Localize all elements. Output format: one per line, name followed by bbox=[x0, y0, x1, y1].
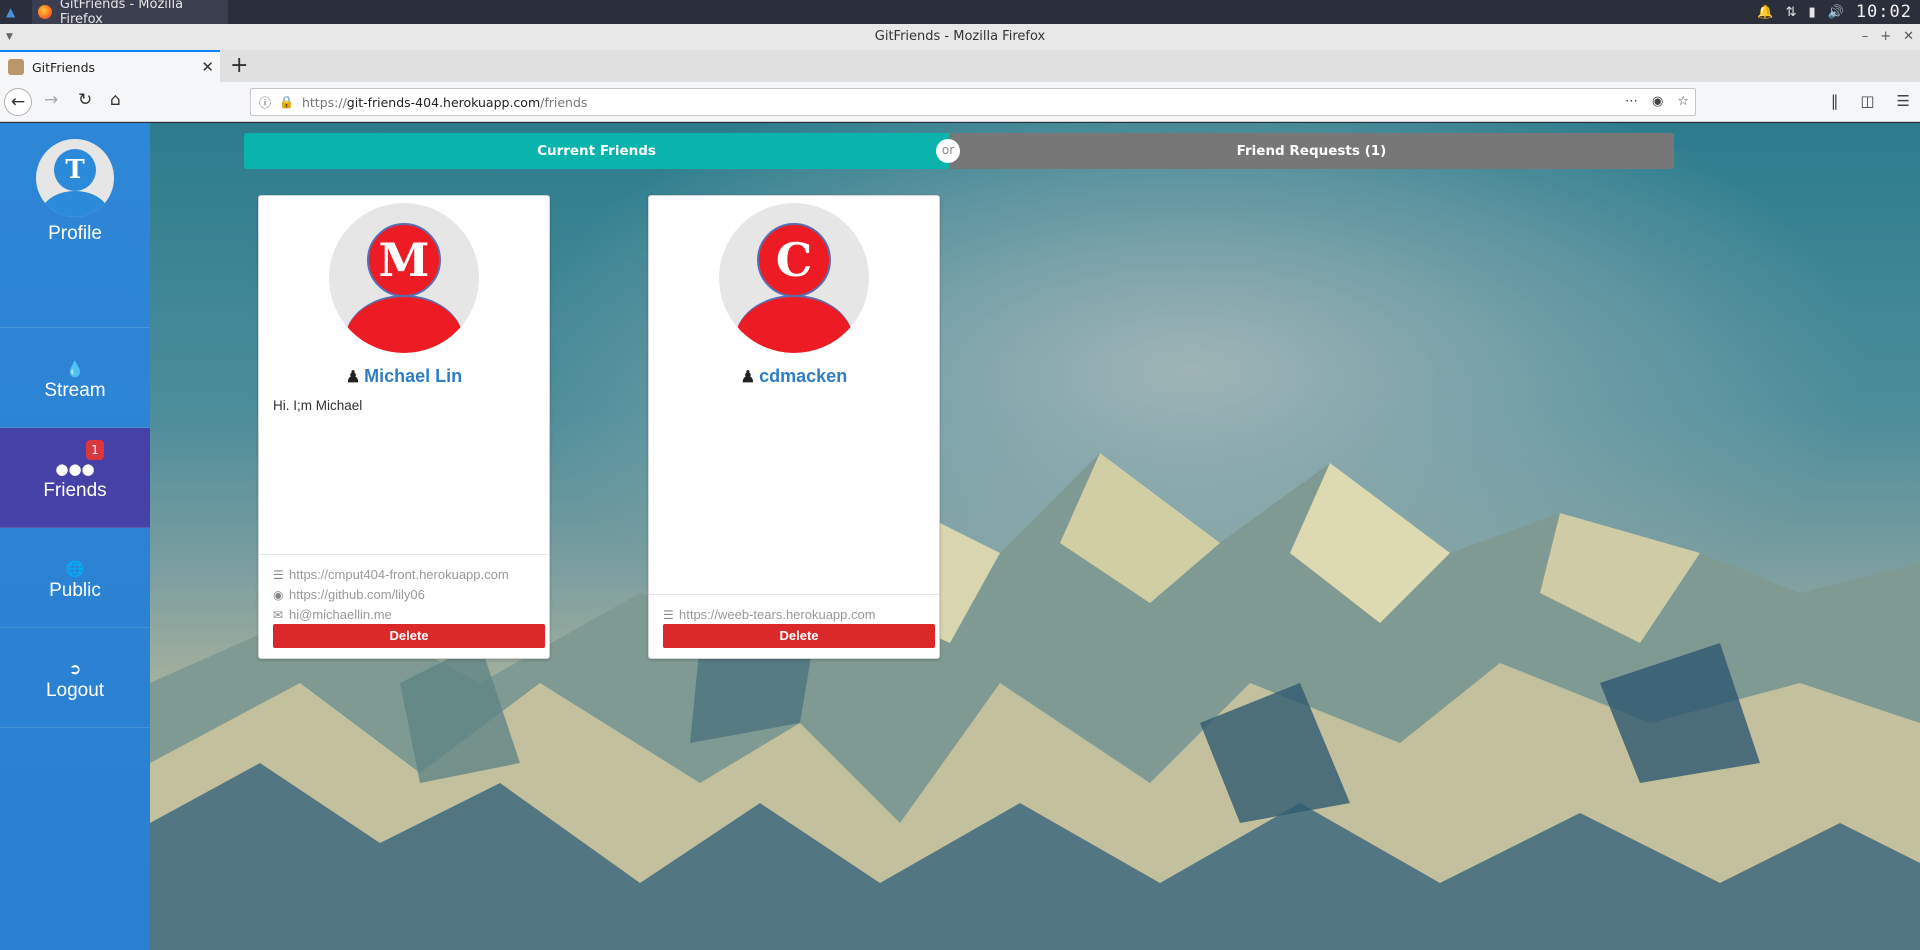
notification-icon[interactable]: 🔔 bbox=[1757, 5, 1773, 20]
friend-name: cdmacken bbox=[759, 366, 848, 386]
window-menu-icon[interactable]: ▼ bbox=[6, 24, 13, 50]
toolbar-right: ‖ ◫ ☰ bbox=[1831, 92, 1910, 110]
clock: 10:02 bbox=[1855, 2, 1912, 22]
delete-friend-button[interactable]: Delete bbox=[663, 624, 935, 648]
home-icon[interactable]: ⌂ bbox=[110, 90, 121, 110]
sidebar-item-stream[interactable]: 💧 Stream bbox=[0, 328, 150, 428]
battery-icon[interactable]: ▮ bbox=[1808, 5, 1815, 20]
tab-favicon-icon bbox=[8, 59, 24, 75]
friend-requests-button[interactable]: Friend Requests (1) bbox=[949, 133, 1674, 169]
navigation-toolbar: ← → ↻ ⌂ ⓘ 🔒 https://git-friends-404.hero… bbox=[0, 82, 1920, 122]
user-icon: ♟ bbox=[345, 369, 361, 386]
globe-icon: 🌐 bbox=[65, 560, 85, 578]
url-path: /friends bbox=[540, 94, 588, 110]
back-icon[interactable]: ← bbox=[4, 88, 32, 116]
tab-strip: GitFriends ✕ + bbox=[0, 50, 1920, 82]
url-tools: ⋯ ◉ ☆ bbox=[1625, 94, 1689, 109]
url-host: git-friends-404.herokuapp.com bbox=[346, 94, 541, 110]
sidebar-label-logout: Logout bbox=[45, 680, 105, 701]
sidebar-label-stream: Stream bbox=[44, 380, 106, 401]
forward-icon[interactable]: → bbox=[44, 90, 58, 110]
url-bar[interactable]: ⓘ 🔒 https://git-friends-404.herokuapp.co… bbox=[250, 88, 1696, 116]
library-icon[interactable]: ‖ bbox=[1831, 92, 1839, 110]
network-icon[interactable]: ⇅ bbox=[1786, 5, 1797, 20]
delete-friend-button[interactable]: Delete bbox=[273, 624, 545, 648]
sidebar-item-public[interactable]: 🌐 Public bbox=[0, 528, 150, 628]
sidebar-item-friends[interactable]: 1 ●●● Friends bbox=[0, 428, 150, 528]
maximize-icon[interactable]: + bbox=[1880, 24, 1891, 50]
bookmark-star-icon[interactable]: ☆ bbox=[1677, 94, 1689, 109]
friend-github-link[interactable]: ◉ https://github.com/lily06 bbox=[273, 585, 529, 605]
lock-icon[interactable]: 🔒 bbox=[279, 95, 294, 109]
friend-avatar: M bbox=[329, 203, 479, 353]
users-icon: ●●● bbox=[55, 460, 95, 478]
reload-icon[interactable]: ↻ bbox=[78, 90, 92, 110]
volume-icon[interactable]: 🔊 bbox=[1828, 5, 1844, 20]
taskbar-window-title: GitFriends - Mozilla Firefox bbox=[59, 0, 184, 27]
window-title: GitFriends - Mozilla Firefox bbox=[874, 29, 1046, 44]
friends-toggle: Current Friends Friend Requests (1) or bbox=[244, 133, 1674, 169]
friend-links: ☰ https://cmput404-front.herokuapp.com ◉ h… bbox=[259, 554, 549, 625]
page-info-icon[interactable]: ⓘ bbox=[259, 94, 271, 111]
taskbar-firefox-window[interactable]: GitFriends - Mozilla Firefox bbox=[32, 0, 228, 27]
friends-badge: 1 bbox=[86, 440, 104, 460]
url-scheme: https:// bbox=[301, 94, 347, 110]
window-titlebar: ▼ GitFriends - Mozilla Firefox – + ✕ bbox=[0, 24, 1920, 50]
close-window-icon[interactable]: ✕ bbox=[1903, 24, 1914, 50]
current-friends-button[interactable]: Current Friends bbox=[244, 133, 949, 169]
new-tab-icon[interactable]: + bbox=[230, 53, 248, 78]
page-viewport: T Profile 💧 Stream 1 ●●● Friends 🌐 Publi… bbox=[0, 123, 1920, 950]
system-tray: 🔔 ⇅ ▮ 🔊 10:02 bbox=[1757, 0, 1912, 24]
github-icon: ◉ bbox=[273, 588, 284, 602]
friend-name: Michael Lin bbox=[364, 366, 463, 386]
server-icon: ☰ bbox=[273, 568, 284, 582]
friend-card: M ♟ Michael Lin Hi. I;m Michael ☰ https://… bbox=[258, 195, 550, 659]
tab-gitfriends[interactable]: GitFriends ✕ bbox=[0, 50, 220, 82]
hamburger-menu-icon[interactable]: ☰ bbox=[1897, 92, 1910, 110]
friend-avatar-initial: M bbox=[367, 223, 441, 297]
sidebar-label-profile: Profile bbox=[48, 223, 102, 244]
email-icon: ✉ bbox=[273, 608, 284, 622]
avatar-initial: T bbox=[54, 149, 96, 191]
friend-host-link[interactable]: ☰ https://weeb-tears.herokuapp.com bbox=[663, 605, 919, 625]
or-divider: or bbox=[936, 139, 960, 163]
friend-links: ☰ https://weeb-tears.herokuapp.com bbox=[649, 594, 939, 625]
friend-avatar: C bbox=[719, 203, 869, 353]
window-controls: – + ✕ bbox=[1862, 24, 1914, 50]
tab-title: GitFriends bbox=[32, 59, 96, 75]
friend-name-link[interactable]: ♟ cdmacken bbox=[649, 366, 939, 387]
app-menu-icon[interactable]: ▲ bbox=[6, 5, 22, 19]
minimize-icon[interactable]: – bbox=[1862, 24, 1869, 50]
pocket-icon[interactable]: ◉ bbox=[1652, 94, 1663, 109]
sidebar-label-public: Public bbox=[49, 580, 101, 601]
os-taskbar: ▲ GitFriends - Mozilla Firefox 🔔 ⇅ ▮ 🔊 1… bbox=[0, 0, 1920, 27]
sidebar-label-friends: Friends bbox=[43, 480, 107, 501]
sidebar-nav: T Profile 💧 Stream 1 ●●● Friends 🌐 Publi… bbox=[0, 123, 150, 950]
friend-description: Hi. I;m Michael bbox=[273, 398, 363, 413]
friend-email-link[interactable]: ✉ hi@michaellin.me bbox=[273, 605, 529, 625]
friend-host-link[interactable]: ☰ https://cmput404-front.herokuapp.com bbox=[273, 565, 529, 585]
sign-out-icon: ➲ bbox=[68, 660, 82, 678]
sidebar-item-logout[interactable]: ➲ Logout bbox=[0, 628, 150, 728]
profile-avatar: T bbox=[36, 139, 114, 217]
more-actions-icon[interactable]: ⋯ bbox=[1625, 94, 1638, 109]
sidebar-toggle-icon[interactable]: ◫ bbox=[1860, 92, 1874, 110]
tint-icon: 💧 bbox=[65, 360, 85, 378]
firefox-icon bbox=[38, 5, 52, 19]
tab-close-icon[interactable]: ✕ bbox=[201, 58, 214, 76]
friend-name-link[interactable]: ♟ Michael Lin bbox=[259, 366, 549, 387]
friend-card: C ♟ cdmacken ☰ https://weeb-tears.herokuap… bbox=[648, 195, 940, 659]
server-icon: ☰ bbox=[663, 608, 674, 622]
sidebar-item-profile[interactable]: T Profile bbox=[0, 123, 150, 328]
friend-avatar-initial: C bbox=[757, 223, 831, 297]
user-icon: ♟ bbox=[740, 369, 756, 386]
